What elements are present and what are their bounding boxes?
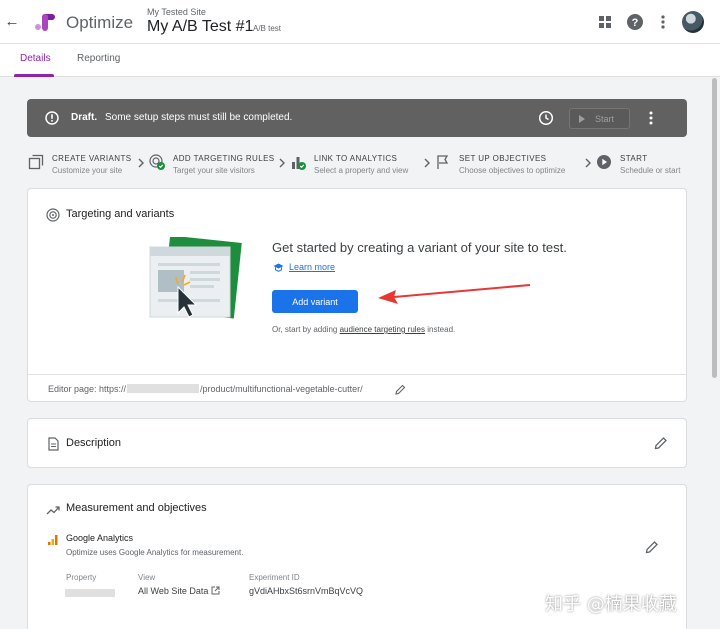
app-name: Optimize (66, 13, 134, 32)
apps-grid-icon[interactable] (596, 13, 614, 31)
draft-status: Draft. (71, 112, 98, 123)
watermark: 知乎 @楠果收藏 (545, 594, 677, 615)
start-label: Start (595, 114, 615, 124)
card-title: Targeting and variants (66, 208, 175, 220)
editor-prefix: Editor page: https:// (48, 384, 127, 394)
trending-up-icon (46, 506, 60, 515)
flag-icon (437, 155, 449, 169)
red-annotation-arrow (378, 284, 531, 304)
alt-prefix: Or, start by adding (272, 325, 338, 334)
edit-pencil-icon[interactable] (645, 540, 659, 554)
school-icon (273, 263, 284, 272)
step-title: CREATE VARIANTS (52, 154, 132, 163)
chevron-right-icon (279, 158, 285, 168)
audience-targeting-rules-link[interactable]: audience targeting rules (340, 325, 425, 334)
info-icon (45, 111, 59, 125)
divider (28, 374, 686, 375)
targeting-check-icon (149, 154, 165, 170)
variant-illustration (149, 237, 242, 319)
chevron-right-icon (138, 158, 144, 168)
step-title: SET UP OBJECTIVES (459, 154, 547, 163)
step-subtitle: Customize your site (52, 166, 123, 175)
view-label: View (138, 573, 156, 582)
get-started-text: Get started by creating a variant of you… (272, 240, 567, 255)
view-value-text: All Web Site Data (138, 586, 209, 596)
alt-suffix: instead. (427, 325, 456, 334)
experiment-id-label: Experiment ID (249, 573, 300, 582)
active-tab-indicator (14, 74, 54, 77)
step-subtitle: Select a property and view (314, 166, 409, 175)
top-bar: ← Optimize My Tested Site My A/B Test #1… (0, 0, 720, 44)
arrow-left-icon[interactable]: ← (4, 12, 20, 32)
redacted-domain (127, 384, 200, 393)
card-title: Measurement and objectives (66, 502, 207, 514)
schedule-clock-icon[interactable] (538, 110, 554, 126)
edit-pencil-icon[interactable] (395, 384, 406, 395)
edit-pencil-icon[interactable] (654, 436, 668, 450)
draft-message: Some setup steps must still be completed… (105, 112, 293, 123)
description-icon (48, 437, 59, 451)
step-title: LINK TO ANALYTICS (314, 154, 398, 163)
learn-more-label: Learn more (289, 262, 336, 272)
step-subtitle: Schedule or start (620, 166, 681, 175)
google-analytics-icon (48, 535, 58, 545)
target-icon (46, 208, 60, 222)
draft-banner: Draft. Some setup steps must still be co… (27, 99, 687, 137)
analytics-check-icon (292, 157, 306, 170)
alternative-start-text: Or, start by adding audience targeting r… (272, 325, 455, 334)
description-card: Description (27, 418, 687, 468)
avatar[interactable] (682, 11, 704, 33)
step-subtitle: Choose objectives to optimize (459, 166, 566, 175)
property-label: Property (66, 573, 97, 582)
experiment-id-value: gVdiAHbxSt6srnVmBqVcVQ (249, 586, 364, 596)
help-icon[interactable]: ? (626, 13, 644, 31)
more-vert-icon[interactable] (654, 13, 672, 31)
optimize-logo (35, 14, 55, 31)
chevron-right-icon (424, 158, 430, 168)
experiment-name[interactable]: My A/B Test #1 (147, 18, 253, 36)
tab-details[interactable]: Details (20, 53, 51, 64)
variants-icon (28, 154, 44, 170)
start-button[interactable]: Start (569, 108, 630, 129)
step-title: START (620, 154, 648, 163)
play-icon (579, 115, 585, 123)
play-circle-icon (597, 155, 611, 169)
chevron-right-icon (585, 158, 591, 168)
step-title: ADD TARGETING RULES (173, 154, 275, 163)
add-variant-button[interactable]: Add variant (272, 290, 358, 313)
site-name[interactable]: My Tested Site (147, 7, 206, 17)
experiment-type: A/B test (253, 24, 282, 33)
scrollbar[interactable] (712, 78, 717, 378)
tab-reporting[interactable]: Reporting (77, 53, 120, 64)
more-vert-icon[interactable] (644, 110, 658, 126)
svg-text:?: ? (632, 17, 639, 29)
step-subtitle: Target your site visitors (173, 166, 255, 175)
ga-title: Google Analytics (66, 533, 134, 543)
editor-page-url: Editor page: https:// /product/multifunct… (48, 384, 363, 394)
redacted-property (65, 589, 115, 597)
view-value[interactable]: All Web Site Data (138, 586, 220, 596)
ga-subtitle: Optimize uses Google Analytics for measu… (66, 548, 244, 557)
open-in-new-icon[interactable] (211, 586, 220, 595)
card-title: Description (66, 437, 122, 449)
targeting-variants-card: Targeting and variants Get started by cr… (27, 188, 687, 402)
editor-suffix: /product/multifunctional-vegetable-cutte… (200, 384, 363, 394)
tab-bar: Details Reporting (0, 44, 720, 77)
